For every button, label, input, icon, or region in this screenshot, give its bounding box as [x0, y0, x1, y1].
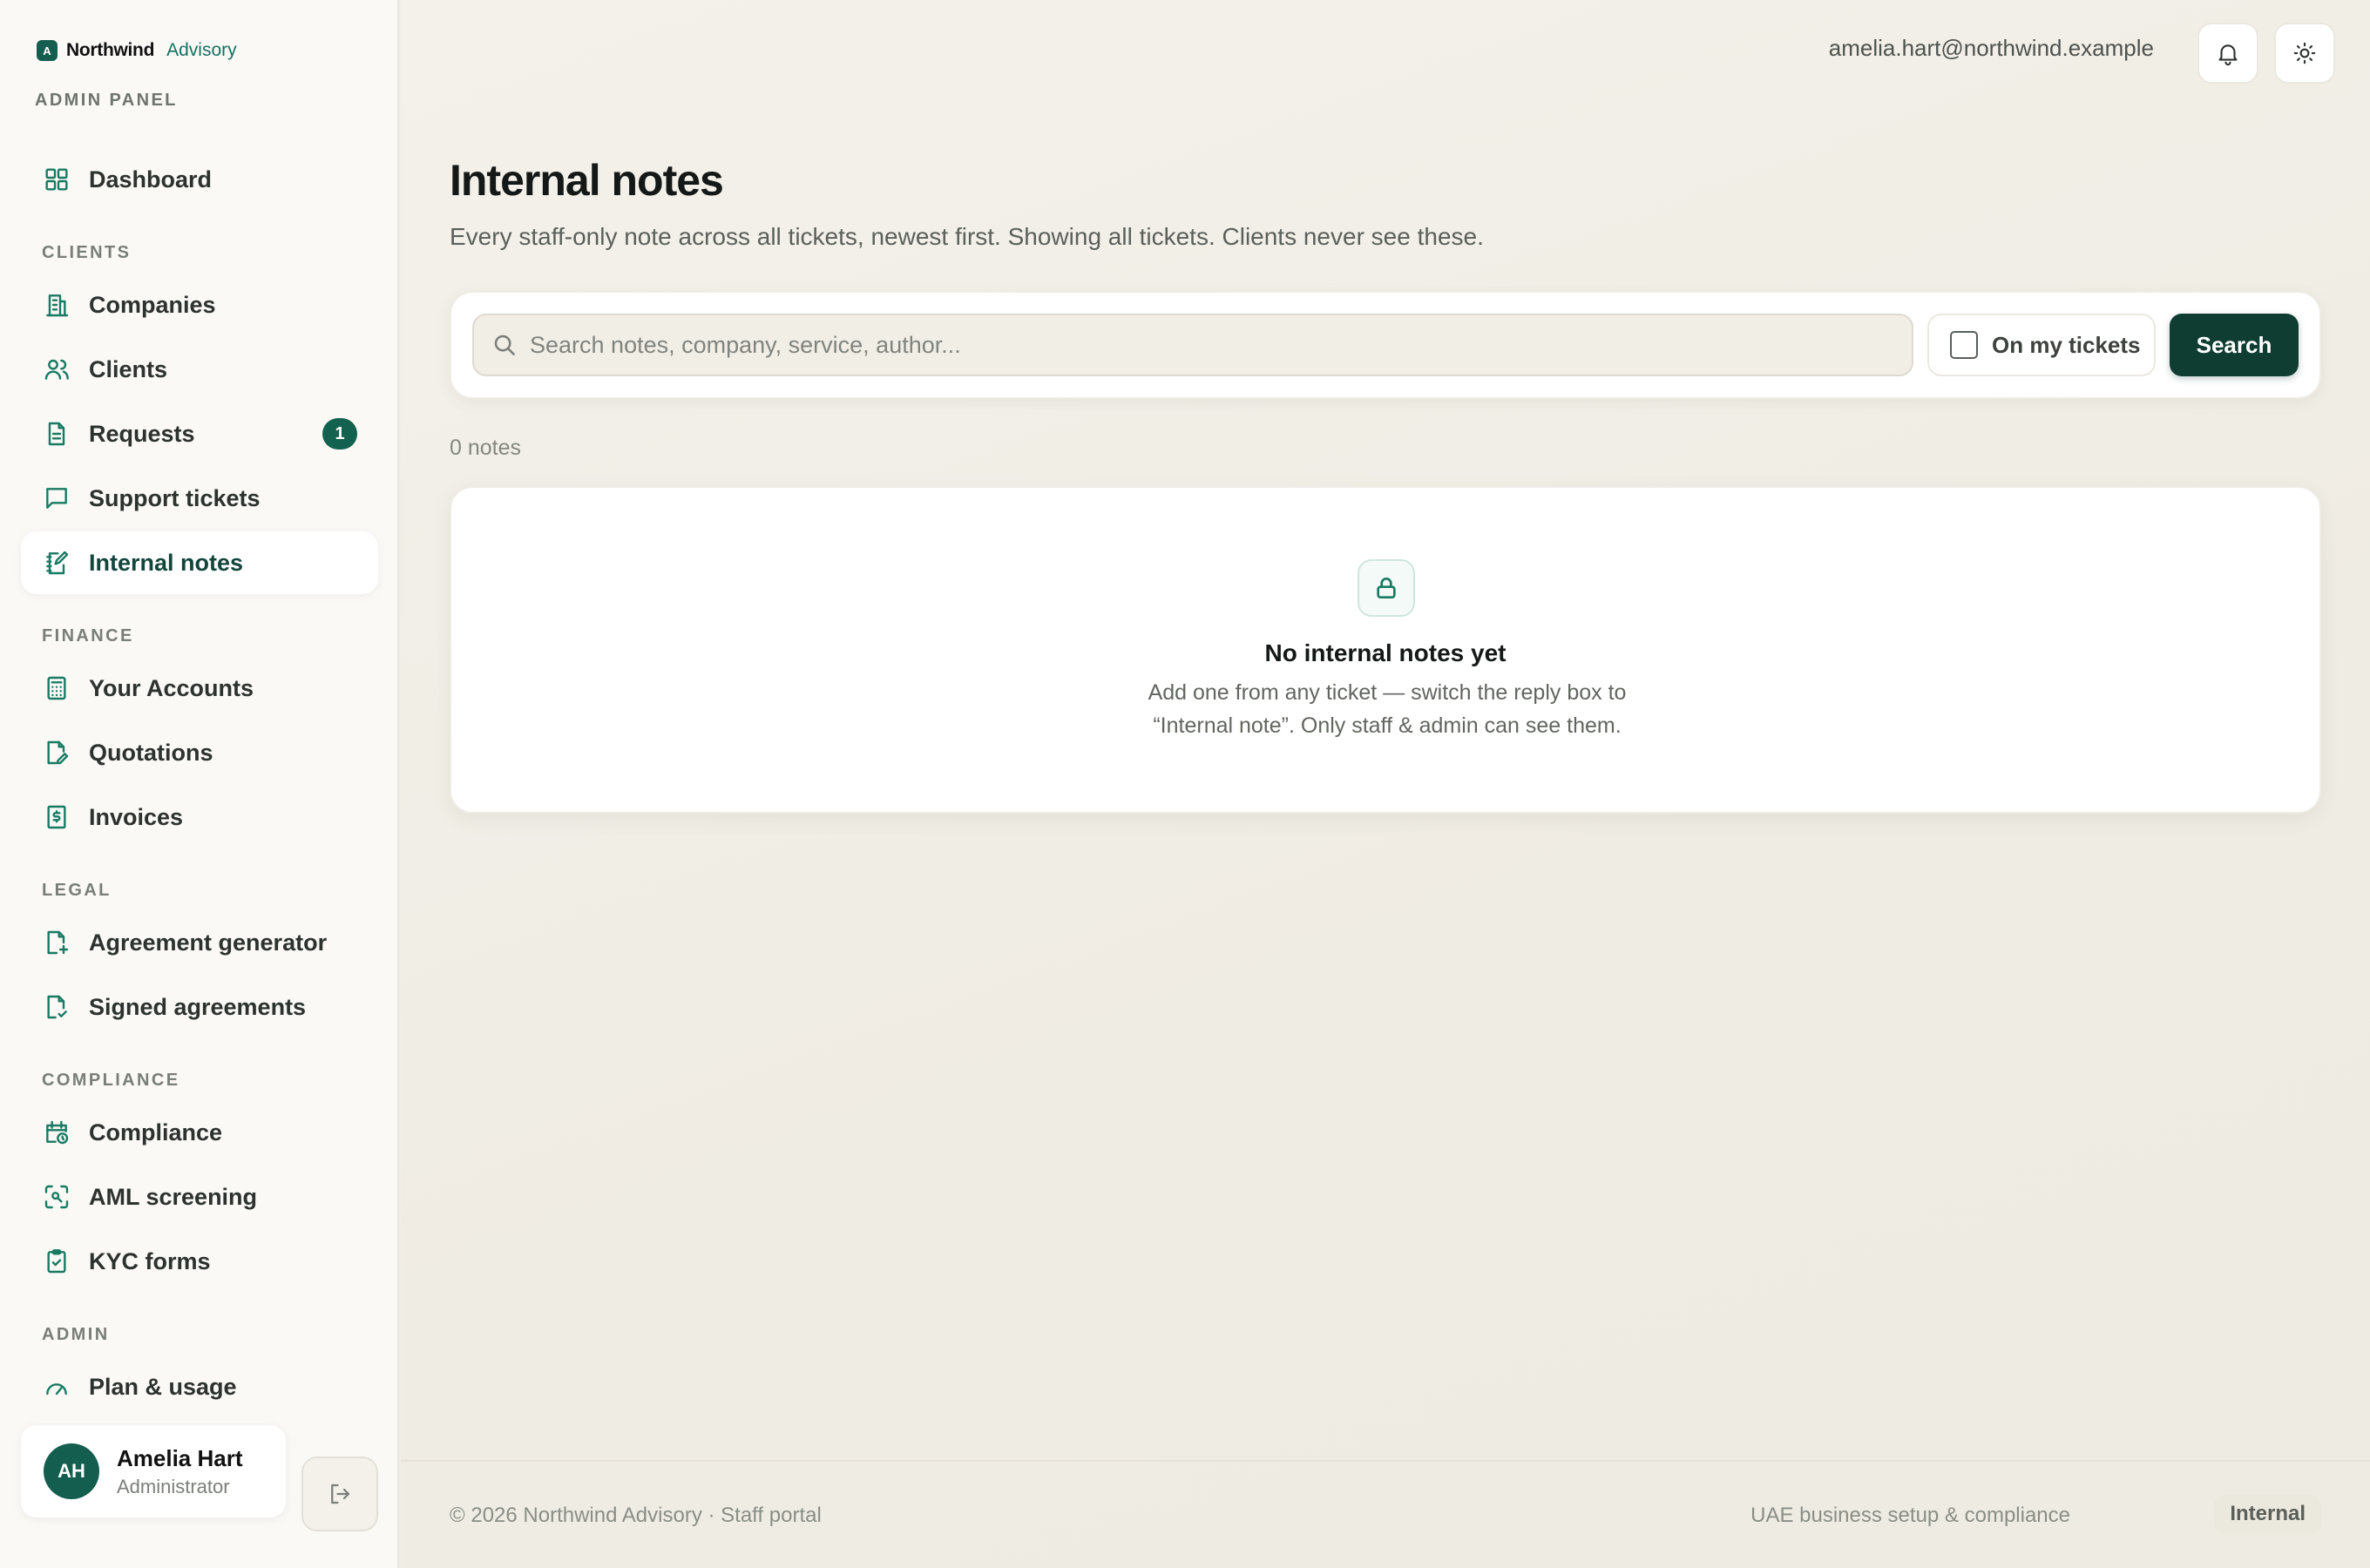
gauge-icon [42, 1372, 71, 1402]
on-my-tickets-checkbox[interactable] [1950, 331, 1978, 359]
search-card: On my tickets Search [450, 291, 2321, 399]
sidebar-item-kyc-forms[interactable]: KYC forms [21, 1230, 378, 1293]
grid-icon [42, 165, 71, 194]
sidebar-item-label: Signed agreements [89, 993, 307, 1020]
sidebar-nav: Dashboard CLIENTS Companies Clients Requ… [21, 148, 378, 1420]
bell-icon [2218, 44, 2238, 66]
chat-icon [42, 483, 71, 513]
notebook-pen-icon [42, 548, 71, 578]
search-input[interactable] [530, 331, 1889, 359]
notifications-button[interactable] [2197, 23, 2258, 84]
sidebar-item-quotations[interactable]: Quotations [21, 721, 378, 784]
file-pen-icon [42, 738, 71, 767]
sidebar-item-dashboard[interactable]: Dashboard [21, 148, 378, 211]
page-title: Internal notes [450, 156, 724, 205]
sidebar-item-your-accounts[interactable]: Your Accounts [21, 657, 378, 720]
app-root: A Northwind Advisory ADMIN PANEL Dashboa… [0, 0, 2370, 1568]
footer: © 2026 Northwind Advisory · Staff portal… [401, 1460, 2370, 1568]
theme-toggle-button[interactable] [2274, 23, 2335, 84]
brand-name: Northwind [66, 40, 155, 60]
notes-count: 0 notes [450, 436, 522, 460]
section-label-compliance: COMPLIANCE [42, 1071, 180, 1090]
sidebar-item-label: Plan & usage [89, 1373, 237, 1400]
sidebar-item-label: Dashboard [89, 166, 213, 193]
page-subtitle: Every staff-only note across all tickets… [450, 223, 1484, 250]
sun-icon [2293, 42, 2316, 64]
sidebar-item-signed-agreements[interactable]: Signed agreements [21, 976, 378, 1038]
section-label-admin: ADMIN [42, 1325, 110, 1344]
footer-tagline: UAE business setup & compliance [1750, 1504, 2070, 1527]
on-my-tickets-toggle[interactable]: On my tickets [1927, 314, 2156, 376]
sidebar-item-invoices[interactable]: Invoices [21, 786, 378, 848]
user-name: Amelia Hart [117, 1444, 243, 1471]
file-plus-icon [42, 928, 71, 957]
sidebar-item-label: KYC forms [89, 1247, 211, 1274]
footer-copyright: © 2026 Northwind Advisory · Staff portal [450, 1504, 822, 1527]
user-card[interactable]: AH Amelia Hart Administrator [21, 1425, 286, 1517]
user-role: Administrator [117, 1475, 230, 1497]
sidebar-item-label: AML screening [89, 1183, 258, 1210]
sidebar-item-label: Support tickets [89, 484, 261, 511]
sidebar-item-agreement-generator[interactable]: Agreement generator [21, 911, 378, 974]
user-email: amelia.hart@northwind.example [1828, 35, 2154, 61]
calculator-icon [42, 673, 71, 703]
sidebar-item-compliance[interactable]: Compliance [21, 1101, 378, 1164]
building-icon [42, 290, 71, 320]
requests-count-badge: 1 [322, 418, 357, 449]
sidebar-item-label: Your Accounts [89, 674, 254, 701]
empty-state-card: No internal notes yet Add one from any t… [450, 486, 2321, 814]
brand-sub: Advisory [166, 40, 237, 60]
sidebar-item-label: Requests [89, 420, 195, 447]
sidebar-item-plan-usage[interactable]: Plan & usage [21, 1355, 378, 1418]
section-label-clients: CLIENTS [42, 243, 132, 262]
log-out-icon [331, 1484, 350, 1504]
on-my-tickets-label: On my tickets [1992, 331, 2141, 358]
logout-button[interactable] [301, 1456, 378, 1531]
footer-internal-badge: Internal [2214, 1495, 2321, 1533]
panel-label: ADMIN PANEL [35, 91, 178, 110]
section-label-finance: FINANCE [42, 626, 134, 645]
sidebar-item-label: Quotations [89, 739, 213, 766]
sidebar-item-label: Compliance [89, 1119, 223, 1146]
users-icon [42, 355, 71, 384]
sidebar-item-requests[interactable]: Requests 1 [21, 402, 378, 465]
sidebar-item-clients[interactable]: Clients [21, 338, 378, 401]
sidebar-item-label: Invoices [89, 803, 184, 830]
search-button[interactable]: Search [2170, 314, 2299, 376]
scan-search-icon [42, 1182, 71, 1212]
clipboard-check-icon [42, 1247, 71, 1276]
user-meta: Amelia Hart Administrator [117, 1445, 243, 1498]
sidebar-item-label: Companies [89, 291, 216, 318]
sidebar-item-aml-screening[interactable]: AML screening [21, 1166, 378, 1228]
avatar: AH [44, 1443, 99, 1499]
empty-state-title: No internal notes yet [1264, 639, 1507, 666]
section-label-legal: LEGAL [42, 881, 112, 900]
main-content: amelia.hart@northwind.example Internal n… [401, 0, 2370, 1568]
search-field[interactable] [472, 314, 1913, 376]
sidebar-item-internal-notes[interactable]: Internal notes [21, 531, 378, 594]
sidebar-item-support-tickets[interactable]: Support tickets [21, 467, 378, 530]
sidebar-item-label: Clients [89, 355, 168, 382]
sidebar-item-label: Internal notes [89, 549, 244, 576]
sidebar: A Northwind Advisory ADMIN PANEL Dashboa… [0, 0, 399, 1568]
brand[interactable]: A Northwind Advisory [37, 40, 237, 61]
empty-state-text: Add one from any ticket — switch the rep… [1148, 680, 1627, 738]
document-icon [42, 419, 71, 449]
sidebar-item-label: Agreement generator [89, 929, 328, 956]
lock-icon-wrap [1358, 559, 1415, 617]
receipt-dollar-icon [42, 802, 71, 832]
calendar-clock-icon [42, 1118, 71, 1147]
file-check-icon [42, 992, 71, 1022]
lock-icon [1377, 578, 1396, 598]
brand-logo: A [37, 40, 58, 61]
sidebar-item-companies[interactable]: Companies [21, 274, 378, 336]
search-icon [494, 335, 515, 355]
